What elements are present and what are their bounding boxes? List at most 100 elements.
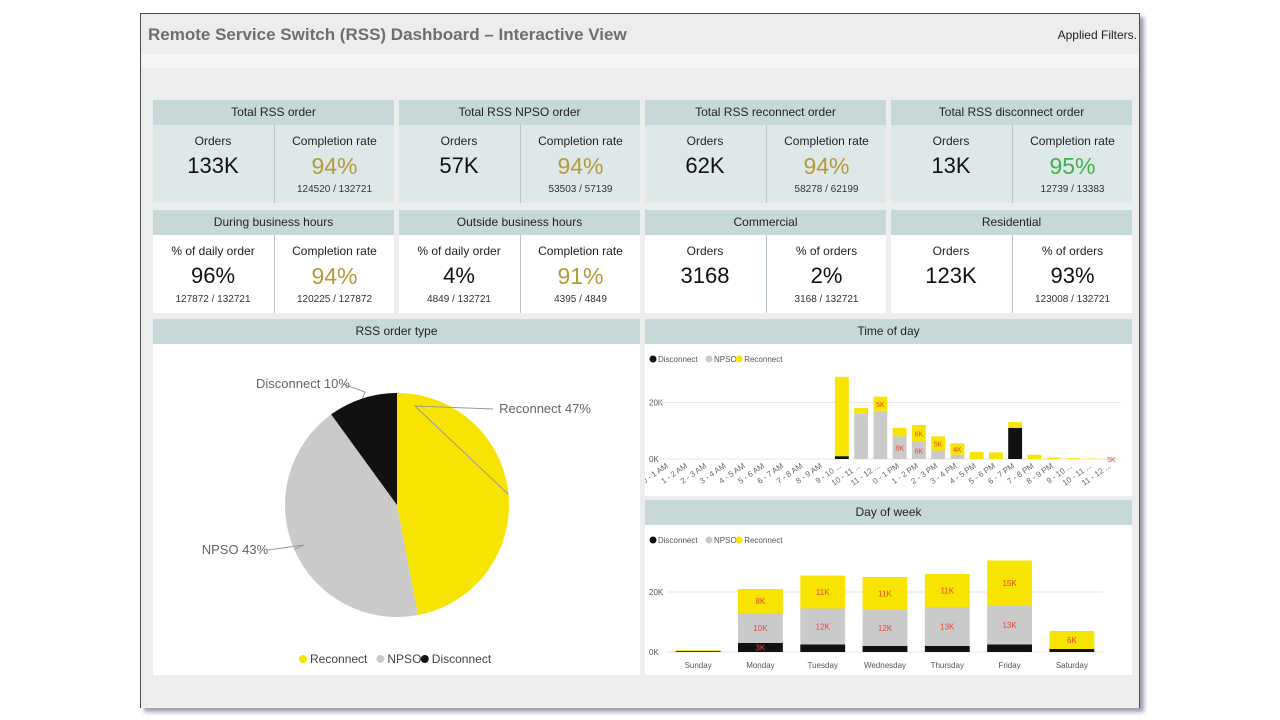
- x-tick-label: Saturday: [1056, 661, 1088, 670]
- legend-swatch-npso: [705, 536, 713, 544]
- kpi-orders: Orders 13K: [891, 125, 1011, 203]
- kpi-completion-ratio: 120225 / 127872: [296, 294, 373, 305]
- kpi-orders: Orders 57K: [399, 125, 519, 203]
- bar-npso-2-3-pm[interactable]: [931, 450, 946, 460]
- kpi-body: % of daily order 4% 4849 / 132721 Comple…: [399, 235, 640, 313]
- kpi-orders-value: 3168: [680, 263, 730, 288]
- bar-data-label: 13K: [940, 623, 955, 632]
- x-tick-label: Thursday: [931, 661, 964, 670]
- legend-label: Reconnect: [310, 652, 368, 666]
- time-of-day-panel[interactable]: Time of day Disconnect NPSO Reconnect 20K 0K…: [640, 319, 1132, 496]
- kpi-daily-share-label: % of daily order: [171, 244, 255, 258]
- kpi-daily-share: % of daily order 96% 127872 / 132721: [153, 235, 273, 313]
- kpi-completion-ratio: 53503 / 57139: [548, 184, 613, 195]
- bar-disconnect-tuesday[interactable]: [800, 644, 846, 653]
- legend-label: NPSO: [714, 536, 737, 545]
- pie-data-label: Disconnect 10%: [256, 376, 350, 391]
- bar-reconnect-8-9-pm[interactable]: [1046, 457, 1061, 459]
- applied-filters-label[interactable]: Applied Filters.: [1058, 28, 1137, 42]
- bar-disconnect-6-7-pm[interactable]: [1008, 427, 1023, 459]
- kpi-daily-share-value: 4%: [443, 263, 475, 288]
- bar-reconnect-9-10[interactable]: [1065, 458, 1080, 459]
- kpi-residential[interactable]: Residential Orders 123K % of orders 93% …: [891, 210, 1132, 313]
- day-of-week-chart[interactable]: Disconnect NPSO Reconnect 20K 0K Sunday 3K 10K 8…: [645, 525, 1132, 675]
- y-tick-label: 20K: [649, 588, 664, 597]
- kpi-orders: Orders 3168: [645, 235, 765, 313]
- bar-reconnect-sunday[interactable]: [675, 650, 721, 652]
- y-tick-label: 0K: [649, 455, 659, 464]
- bar-disconnect-saturday[interactable]: [1049, 649, 1095, 652]
- kpi-business-hours[interactable]: During business hours % of daily order 9…: [153, 210, 394, 313]
- kpi-orders-value: 62K: [685, 153, 725, 178]
- kpi-daily-share-ratio: 4849 / 132721: [427, 294, 491, 305]
- bar-data-label: 3K: [756, 644, 766, 653]
- kpi-completion: Completion rate 94% 120225 / 127872: [274, 235, 394, 313]
- order-type-pie-chart[interactable]: Reconnect 47% NPSO 43% Disconnect 10% Recon…: [153, 344, 640, 675]
- kpi-body: Orders 133K Completion rate 94% 124520 /…: [153, 125, 394, 203]
- bar-data-label: 8K: [756, 597, 766, 606]
- bar-data-label: 11K: [940, 587, 954, 596]
- bar-disconnect-thursday[interactable]: [924, 646, 970, 652]
- bar-reconnect-7-8-pm[interactable]: [1027, 454, 1042, 459]
- legend-swatch-disconnect: [420, 655, 429, 663]
- dashboard-window: Remote Service Switch (RSS) Dashboard – …: [140, 13, 1140, 708]
- bar-disconnect-wednesday[interactable]: [862, 646, 908, 652]
- legend-swatch-npso: [705, 355, 713, 363]
- kpi-title: During business hours: [153, 210, 394, 235]
- bar-disconnect-friday[interactable]: [987, 644, 1032, 653]
- bar-npso-11-12[interactable]: [873, 410, 888, 459]
- day-of-week-panel[interactable]: Day of week Disconnect NPSO Reconnect 20K 0K…: [645, 500, 1132, 675]
- x-tick-label: Friday: [998, 661, 1020, 670]
- kpi-outside-hours[interactable]: Outside business hours % of daily order …: [399, 210, 640, 313]
- kpi-total-npso[interactable]: Total RSS NPSO order Orders 57K Completi…: [399, 100, 640, 203]
- kpi-completion-label: Completion rate: [292, 134, 377, 148]
- bar-reconnect-9-10[interactable]: [834, 376, 849, 457]
- kpi-completion-value: 95%: [1049, 153, 1096, 179]
- bar-disconnect-9-10[interactable]: [834, 456, 849, 459]
- bar-data-label: 12K: [816, 623, 831, 632]
- bar-data-label: 6K: [1067, 636, 1077, 645]
- pie-data-label: Reconnect 47%: [499, 401, 591, 416]
- kpi-share-ratio: 123008 / 132721: [1034, 294, 1111, 305]
- kpi-total-rss[interactable]: Total RSS order Orders 133K Completion r…: [153, 100, 394, 203]
- bar-data-label: 5K: [876, 402, 885, 409]
- pie-slice-reconnect[interactable]: [397, 393, 510, 616]
- kpi-completion-label: Completion rate: [538, 244, 623, 258]
- bar-reconnect-5-6-pm[interactable]: [988, 452, 1003, 459]
- pie-data-label: NPSO 43%: [202, 542, 269, 557]
- panel-title: RSS order type: [153, 319, 640, 344]
- x-tick-label: Wednesday: [864, 661, 906, 670]
- kpi-orders-label: Orders: [686, 244, 724, 258]
- kpi-total-reconnect[interactable]: Total RSS reconnect order Orders 62K Com…: [645, 100, 886, 203]
- bar-disconnect-sunday[interactable]: [675, 651, 721, 652]
- time-of-day-chart[interactable]: Disconnect NPSO Reconnect20K0K0 - 1 AM1 - …: [640, 344, 1132, 496]
- kpi-title: Total RSS disconnect order: [891, 100, 1132, 125]
- kpi-body: Orders 57K Completion rate 94% 53503 / 5…: [399, 125, 640, 203]
- kpi-commercial[interactable]: Commercial Orders 3168 % of orders 2% 31…: [645, 210, 886, 313]
- bar-reconnect-4-5-pm[interactable]: [969, 451, 984, 459]
- bar-npso-10-11[interactable]: [854, 413, 869, 459]
- kpi-completion-ratio: 124520 / 132721: [296, 184, 373, 195]
- x-tick-label: Tuesday: [808, 661, 838, 670]
- kpi-total-disconnect[interactable]: Total RSS disconnect order Orders 13K Co…: [891, 100, 1132, 203]
- kpi-orders: Orders 62K: [645, 125, 765, 203]
- kpi-daily-share: % of daily order 4% 4849 / 132721: [399, 235, 519, 313]
- bar-reconnect-0-1-pm[interactable]: [892, 427, 907, 437]
- bar-reconnect-6-7-pm[interactable]: [1008, 422, 1023, 428]
- kpi-completion-value: 94%: [311, 263, 358, 289]
- bar-npso-3-4-pm[interactable]: [950, 454, 965, 459]
- kpi-share-value: 93%: [1050, 263, 1095, 288]
- bar-data-label: 8K: [895, 446, 904, 453]
- order-type-panel[interactable]: RSS order type Reconnect 47% NPSO 43% Disc…: [153, 319, 640, 675]
- kpi-share: % of orders 2% 3168 / 132721: [766, 235, 886, 313]
- legend-swatch-reconnect: [299, 655, 307, 663]
- x-tick-label: Monday: [746, 661, 774, 670]
- bar-reconnect-10-11[interactable]: [854, 408, 869, 414]
- title-separator: [141, 54, 1139, 68]
- legend-label: Reconnect: [744, 536, 783, 545]
- legend-swatch-disconnect: [649, 355, 657, 363]
- kpi-share: % of orders 93% 123008 / 132721: [1012, 235, 1132, 313]
- kpi-completion-value: 94%: [803, 153, 850, 179]
- legend-label: Disconnect: [658, 355, 698, 364]
- kpi-body: Orders 13K Completion rate 95% 12739 / 1…: [891, 125, 1132, 203]
